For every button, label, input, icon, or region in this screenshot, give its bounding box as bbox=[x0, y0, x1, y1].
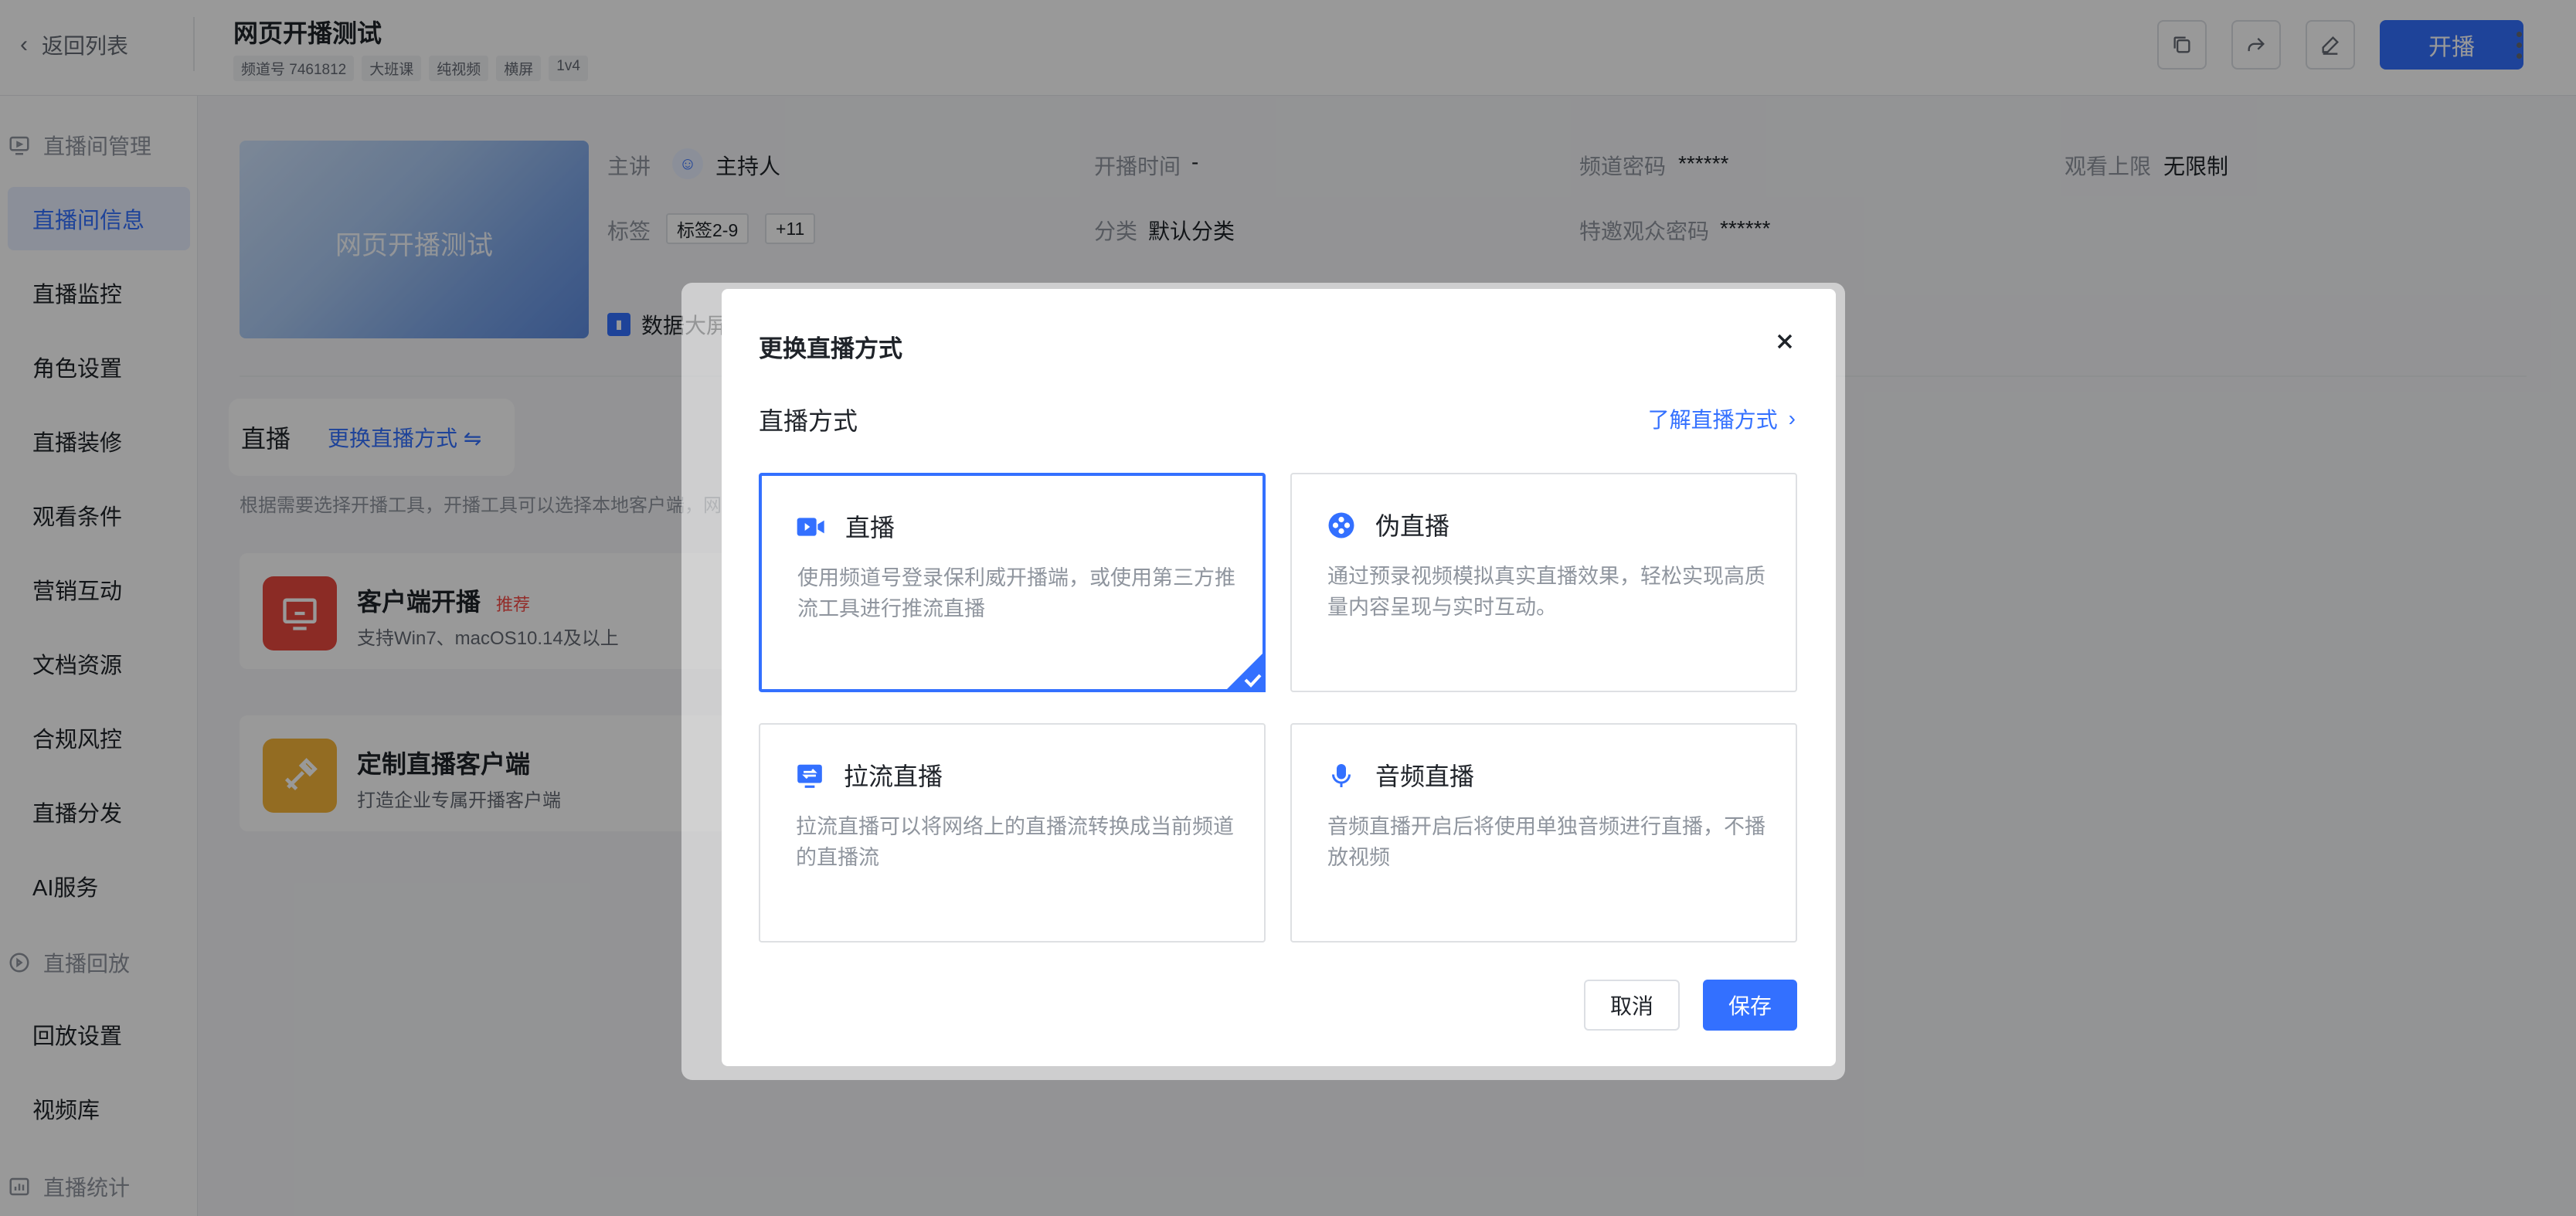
option-title: 拉流直播 bbox=[844, 763, 943, 790]
option-audio-live[interactable]: 音频直播 音频直播开启后将使用单独音频进行直播，不播放视频 bbox=[1290, 723, 1797, 943]
change-live-mode-dialog: 更换直播方式 直播方式 了解直播方式 › 直播 使用频道号登录保利威开播端，或使… bbox=[722, 289, 1836, 1066]
selected-check-icon bbox=[1224, 650, 1266, 692]
save-button[interactable]: 保存 bbox=[1703, 980, 1797, 1031]
stream-icon bbox=[794, 760, 825, 791]
option-pseudo-live[interactable]: 伪直播 通过预录视频模拟真实直播效果，轻松实现高质量内容呈现与实时互动。 bbox=[1290, 473, 1797, 692]
option-title: 伪直播 bbox=[1375, 512, 1450, 540]
option-desc: 拉流直播可以将网络上的直播流转换成当前频道的直播流 bbox=[796, 815, 1234, 869]
live-mode-subtitle: 直播方式 bbox=[759, 407, 858, 435]
option-pull-stream-live[interactable]: 拉流直播 拉流直播可以将网络上的直播流转换成当前频道的直播流 bbox=[759, 723, 1266, 943]
learn-link-label: 了解直播方式 bbox=[1647, 408, 1778, 432]
microphone-icon bbox=[1326, 760, 1357, 791]
learn-live-modes-link[interactable]: 了解直播方式 › bbox=[1648, 403, 1796, 434]
close-icon[interactable] bbox=[1772, 329, 1797, 354]
option-desc: 使用频道号登录保利威开播端，或使用第三方推流工具进行推流直播 bbox=[797, 566, 1235, 620]
option-desc: 通过预录视频模拟真实直播效果，轻松实现高质量内容呈现与实时互动。 bbox=[1327, 565, 1765, 619]
cancel-button[interactable]: 取消 bbox=[1584, 980, 1680, 1031]
dialog-title: 更换直播方式 bbox=[759, 335, 902, 362]
option-title: 直播 bbox=[845, 514, 895, 542]
option-live[interactable]: 直播 使用频道号登录保利威开播端，或使用第三方推流工具进行推流直播 bbox=[759, 473, 1266, 692]
option-desc: 音频直播开启后将使用单独音频进行直播，不播放视频 bbox=[1327, 815, 1765, 869]
film-reel-icon bbox=[1326, 510, 1357, 541]
video-camera-icon bbox=[796, 511, 827, 542]
option-title: 音频直播 bbox=[1375, 763, 1475, 790]
chevron-right-icon: › bbox=[1788, 406, 1796, 430]
